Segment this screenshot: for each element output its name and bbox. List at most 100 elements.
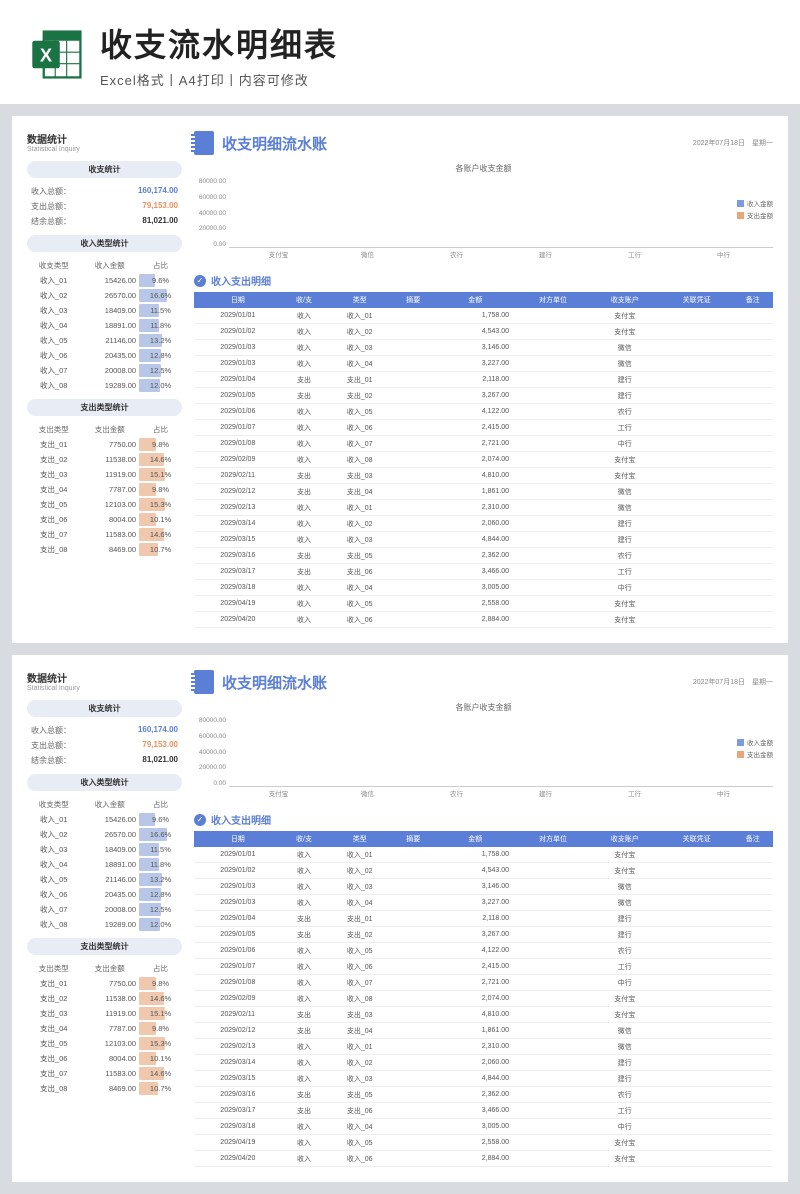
table-row: 2029/02/13收入收入_012,310.00微信 xyxy=(194,1039,773,1055)
table-row: 收入_0720008.0012.5% xyxy=(27,902,182,917)
table-row: 支出_0512103.0015.3% xyxy=(27,497,182,512)
table-row: 收入_0620435.0012.8% xyxy=(27,887,182,902)
summary-row: 支出总额：79,153.00 xyxy=(27,738,182,753)
table-row: 2029/04/19收入收入_052,558.00支付宝 xyxy=(194,596,773,612)
page-date: 2022年07月18日 星期一 xyxy=(693,677,773,687)
page-title: 收支明细流水账 xyxy=(222,133,327,154)
summary-row: 结余总额：81,021.00 xyxy=(27,214,182,229)
table-row: 收入_0521146.0013.2% xyxy=(27,333,182,348)
table-row: 支出_017750.009.8% xyxy=(27,976,182,991)
detail-table: 日期收/支类型摘要金额对方单位收支账户关联凭证备注2029/01/01收入收入_… xyxy=(194,292,773,628)
summary-header: 收支统计 xyxy=(27,700,182,717)
x-axis: 支付宝微信农行建行工行中行 xyxy=(229,788,773,798)
table-row: 2029/03/18收入收入_043,005.00中行 xyxy=(194,580,773,596)
table-row: 支出_068004.0010.1% xyxy=(27,1051,182,1066)
table-row: 2029/02/09收入收入_082,074.00支付宝 xyxy=(194,452,773,468)
book-icon xyxy=(194,131,214,155)
table-row: 2029/01/03收入收入_033,146.00微信 xyxy=(194,340,773,356)
table-row: 收入_0226570.0016.6% xyxy=(27,288,182,303)
table-row: 支出_0211538.0014.6% xyxy=(27,452,182,467)
chart-legend: 收入金额 支出金额 xyxy=(737,737,773,761)
table-row: 2029/03/15收入收入_034,844.00建行 xyxy=(194,532,773,548)
table-row: 支出_047787.009.8% xyxy=(27,1021,182,1036)
book-icon xyxy=(194,670,214,694)
main-title: 收支流水明细表 xyxy=(100,20,770,66)
table-row: 2029/01/06收入收入_054,122.00农行 xyxy=(194,404,773,420)
table-row: 收入_0819289.0012.0% xyxy=(27,917,182,932)
table-row: 2029/03/14收入收入_022,060.00建行 xyxy=(194,1055,773,1071)
table-row: 收入_0115426.009.6% xyxy=(27,812,182,827)
sub-title: Excel格式丨A4打印丨内容可修改 xyxy=(100,70,770,89)
table-row: 收入_0115426.009.6% xyxy=(27,273,182,288)
table-row: 2029/03/16支出支出_052,362.00农行 xyxy=(194,548,773,564)
table-row: 收入_0418891.0011.8% xyxy=(27,857,182,872)
summary-row: 收入总额：160,174.00 xyxy=(27,723,182,738)
table-row: 2029/03/15收入收入_034,844.00建行 xyxy=(194,1071,773,1087)
table-row: 支出_0311919.0015.1% xyxy=(27,1006,182,1021)
table-row: 支出_088469.0010.7% xyxy=(27,542,182,557)
expense-table: 支出类型支出金额占比支出_017750.009.8%支出_0211538.001… xyxy=(27,961,182,1096)
sidebar: 数据统计 Statistical Inquiry 收支统计收入总额：160,17… xyxy=(27,670,182,1167)
main-content: 收支明细流水账 2022年07月18日 星期一 各账户收支金额 80000.00… xyxy=(194,670,773,1167)
page-header: 收支明细流水账 2022年07月18日 星期一 xyxy=(194,131,773,155)
summary-row: 结余总额：81,021.00 xyxy=(27,753,182,768)
expense-header: 支出类型统计 xyxy=(27,399,182,416)
table-row: 2029/01/05支出支出_023,267.00建行 xyxy=(194,388,773,404)
bar-chart: 80000.0060000.0040000.0020000.000.00 支付宝… xyxy=(194,178,773,263)
table-row: 2029/02/09收入收入_082,074.00支付宝 xyxy=(194,991,773,1007)
table-row: 2029/01/03收入收入_033,146.00微信 xyxy=(194,879,773,895)
table-row: 2029/01/08收入收入_072,721.00中行 xyxy=(194,436,773,452)
x-axis: 支付宝微信农行建行工行中行 xyxy=(229,249,773,259)
table-row: 2029/04/19收入收入_052,558.00支付宝 xyxy=(194,1135,773,1151)
section-icon: ✓ xyxy=(194,275,206,287)
table-row: 2029/03/17支出支出_063,466.00工行 xyxy=(194,564,773,580)
table-row: 2029/03/18收入收入_043,005.00中行 xyxy=(194,1119,773,1135)
table-row: 2029/02/11支出支出_034,810.00支付宝 xyxy=(194,1007,773,1023)
sidebar: 数据统计 Statistical Inquiry 收支统计收入总额：160,17… xyxy=(27,131,182,628)
table-row: 支出_047787.009.8% xyxy=(27,482,182,497)
table-row: 2029/02/13收入收入_012,310.00微信 xyxy=(194,500,773,516)
page-date: 2022年07月18日 星期一 xyxy=(693,138,773,148)
template-page: 数据统计 Statistical Inquiry 收支统计收入总额：160,17… xyxy=(12,116,788,643)
svg-text:X: X xyxy=(40,44,53,65)
sidebar-subtitle: Statistical Inquiry xyxy=(27,146,182,153)
table-row: 支出_0311919.0015.1% xyxy=(27,467,182,482)
table-row: 收入_0620435.0012.8% xyxy=(27,348,182,363)
section-header: ✓ 收入支出明细 xyxy=(194,812,773,827)
table-row: 2029/01/03收入收入_043,227.00微信 xyxy=(194,895,773,911)
table-row: 2029/04/20收入收入_062,884.00支付宝 xyxy=(194,1151,773,1167)
table-row: 支出_0711583.0014.6% xyxy=(27,527,182,542)
table-row: 支出_0512103.0015.3% xyxy=(27,1036,182,1051)
income-header: 收入类型统计 xyxy=(27,774,182,791)
income-header: 收入类型统计 xyxy=(27,235,182,252)
table-row: 收入_0226570.0016.6% xyxy=(27,827,182,842)
table-row: 支出_017750.009.8% xyxy=(27,437,182,452)
table-row: 2029/01/04支出支出_012,118.00建行 xyxy=(194,372,773,388)
y-axis: 80000.0060000.0040000.0020000.000.00 xyxy=(194,178,229,248)
y-axis: 80000.0060000.0040000.0020000.000.00 xyxy=(194,717,229,787)
table-row: 2029/01/03收入收入_043,227.00微信 xyxy=(194,356,773,372)
table-row: 2029/01/08收入收入_072,721.00中行 xyxy=(194,975,773,991)
table-row: 2029/03/17支出支出_063,466.00工行 xyxy=(194,1103,773,1119)
table-row: 2029/01/01收入收入_011,758.00支付宝 xyxy=(194,308,773,324)
table-row: 2029/03/16支出支出_052,362.00农行 xyxy=(194,1087,773,1103)
table-row: 2029/01/07收入收入_062,415.00工行 xyxy=(194,959,773,975)
table-row: 收入_0318409.0011.5% xyxy=(27,303,182,318)
table-row: 支出_088469.0010.7% xyxy=(27,1081,182,1096)
table-row: 2029/01/04支出支出_012,118.00建行 xyxy=(194,911,773,927)
expense-header: 支出类型统计 xyxy=(27,938,182,955)
sidebar-title: 数据统计 xyxy=(27,670,182,685)
table-row: 收入_0318409.0011.5% xyxy=(27,842,182,857)
template-page: 数据统计 Statistical Inquiry 收支统计收入总额：160,17… xyxy=(12,655,788,1182)
table-row: 2029/01/05支出支出_023,267.00建行 xyxy=(194,927,773,943)
summary-row: 收入总额：160,174.00 xyxy=(27,184,182,199)
sidebar-title: 数据统计 xyxy=(27,131,182,146)
chart-title: 各账户收支金额 xyxy=(194,163,773,174)
page-header: 收支明细流水账 2022年07月18日 星期一 xyxy=(194,670,773,694)
table-row: 收入_0819289.0012.0% xyxy=(27,378,182,393)
income-table: 收支类型收入金额占比收入_0115426.009.6%收入_0226570.00… xyxy=(27,258,182,393)
chart-legend: 收入金额 支出金额 xyxy=(737,198,773,222)
table-row: 2029/03/14收入收入_022,060.00建行 xyxy=(194,516,773,532)
table-row: 2029/01/07收入收入_062,415.00工行 xyxy=(194,420,773,436)
section-icon: ✓ xyxy=(194,814,206,826)
